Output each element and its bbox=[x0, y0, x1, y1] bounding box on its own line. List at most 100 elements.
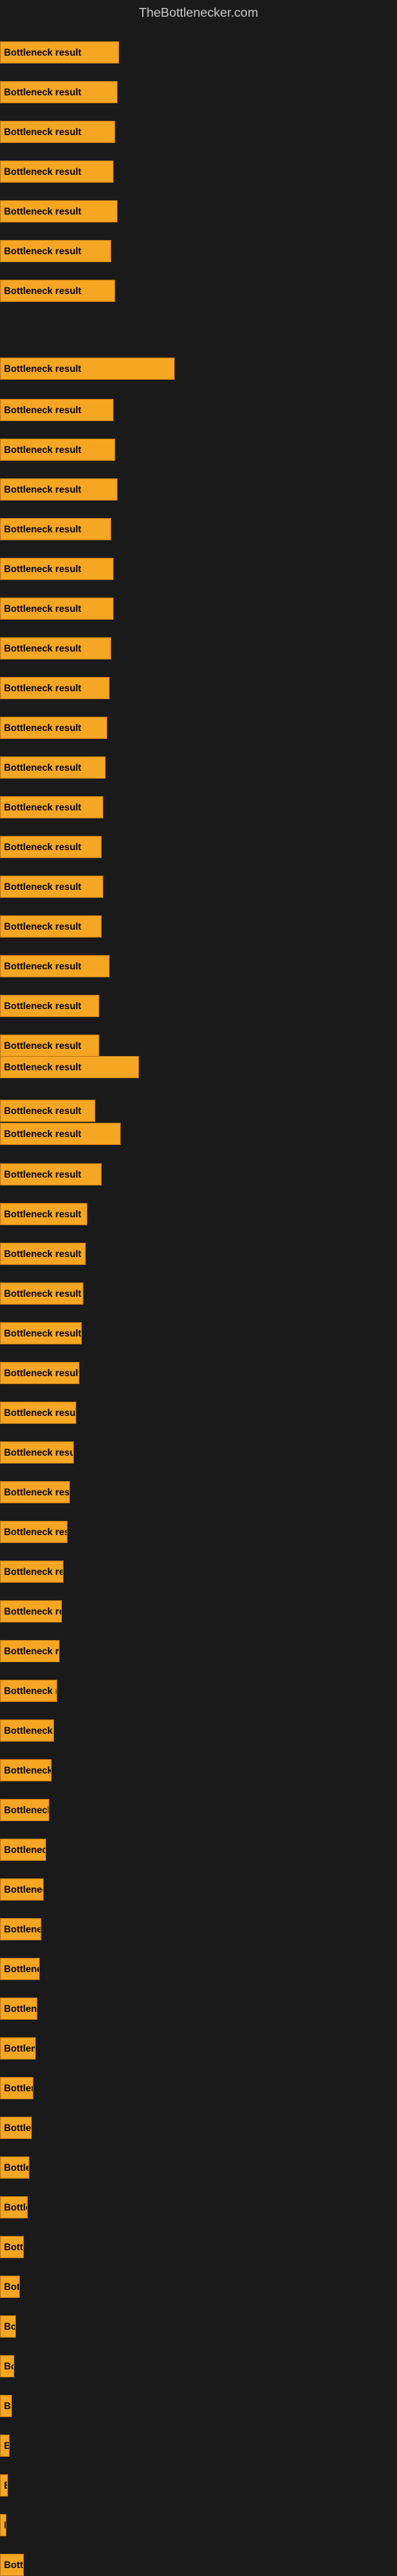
bar-item[interactable]: Bottleneck result bbox=[0, 1362, 79, 1384]
bar-item[interactable]: Bottleneck result bbox=[0, 836, 102, 858]
bar-item[interactable]: Bottleneck result bbox=[0, 1163, 102, 1186]
bar-item[interactable]: Bottleneck result bbox=[0, 637, 111, 659]
bar-label: Bottleneck result bbox=[4, 404, 81, 416]
bar-item[interactable]: Bottleneck result bbox=[0, 677, 110, 699]
bar-item[interactable]: Bottleneck result bbox=[0, 1322, 82, 1344]
bar-label: Bottleneck result bbox=[4, 1169, 81, 1180]
bar-label: Bottleneck result bbox=[4, 722, 81, 733]
bar-item[interactable]: Bottleneck result bbox=[0, 1123, 121, 1145]
bar-item[interactable]: Bottleneck result bbox=[0, 2077, 33, 2099]
bar-label: Bottleneck result bbox=[4, 1447, 74, 1458]
bar-item[interactable]: Bottleneck result bbox=[0, 1918, 41, 1940]
bar-label: Bottleneck result bbox=[4, 2003, 37, 2014]
bar-label: Bottleneck result bbox=[4, 1725, 54, 1736]
bar-item[interactable]: Bottleneck result bbox=[0, 280, 115, 302]
bar-label: Bottleneck result bbox=[4, 1105, 81, 1116]
bar-label: Bottleneck result bbox=[4, 2162, 29, 2173]
bar-label: Bottleneck result bbox=[4, 363, 81, 374]
bar-item[interactable]: Bottleneck result bbox=[0, 121, 115, 143]
bar-item[interactable]: Bottleneck result bbox=[0, 2474, 8, 2497]
bar-label: Bottleneck result bbox=[4, 2043, 36, 2054]
bar-item[interactable]: Bottleneck result bbox=[0, 399, 114, 421]
bar-item[interactable]: Bottleneck result bbox=[0, 518, 111, 540]
bar-item[interactable]: Bottleneck result bbox=[0, 955, 110, 977]
bar-label: Bottleneck result bbox=[4, 2083, 33, 2094]
bar-label: Bottleneck result bbox=[4, 643, 81, 654]
bar-item[interactable]: Bottleneck result bbox=[0, 1203, 87, 1225]
bar-item[interactable]: Bottleneck result bbox=[0, 1600, 62, 1623]
bar-label: Bottleneck result bbox=[4, 2122, 32, 2133]
bar-label: Bottleneck result bbox=[4, 1844, 46, 1855]
bar-label: Bottleneck result bbox=[4, 1248, 81, 1259]
bar-label: Bottleneck result bbox=[4, 1367, 79, 1379]
bar-label: Bottleneck result bbox=[4, 961, 81, 972]
bar-label: Bottleneck result bbox=[4, 1288, 81, 1299]
bar-label: Bottleneck result bbox=[4, 1646, 60, 1657]
bar-label: Bottleneck result bbox=[4, 524, 81, 535]
bar-item[interactable]: Bottleneck result bbox=[0, 1640, 60, 1662]
bar-label: Bottleneck result bbox=[4, 1685, 57, 1696]
bar-label: Bottleneck result bbox=[4, 563, 81, 574]
bar-item[interactable]: Bottleneck result bbox=[0, 1402, 76, 1424]
bar-label: Bottleneck result bbox=[4, 1566, 64, 1577]
bar-item[interactable]: Bottleneck result bbox=[0, 796, 103, 818]
bar-item[interactable]: Bottleneck result bbox=[0, 1878, 44, 1901]
bar-label: Bottleneck result bbox=[4, 2440, 10, 2451]
bar-label: Bottleneck result bbox=[4, 1884, 44, 1895]
bar-item[interactable]: Bottleneck result bbox=[0, 41, 119, 64]
bar-item[interactable]: Bottleneck result bbox=[0, 161, 114, 183]
bar-item[interactable]: Bottleneck result bbox=[0, 2037, 36, 2060]
bar-item[interactable]: Bottleneck result bbox=[0, 81, 118, 103]
bar-item[interactable]: Bottleneck result bbox=[0, 1441, 74, 1464]
bar-item[interactable]: Bottleneck result bbox=[0, 358, 175, 380]
bar-item[interactable]: Bottleneck result bbox=[0, 1100, 95, 1122]
bar-item[interactable]: Bottleneck result bbox=[0, 2276, 20, 2298]
bar-item[interactable]: Bottleneck result bbox=[0, 1243, 86, 1265]
bar-item[interactable]: Bottleneck result bbox=[0, 1759, 52, 1781]
bar-item[interactable]: Bottleneck result bbox=[0, 995, 99, 1017]
bar-item[interactable]: Bottleneck result bbox=[0, 1035, 99, 1057]
bar-item[interactable]: Bottleneck result bbox=[0, 1680, 57, 1702]
bar-label: Bottleneck result bbox=[4, 1765, 52, 1776]
bar-label: Bottleneck result bbox=[4, 1804, 49, 1816]
bar-label: Bottleneck result bbox=[4, 2559, 24, 2570]
bar-item[interactable]: Bottleneck result bbox=[0, 2196, 28, 2218]
bar-item[interactable]: Bottleneck result bbox=[0, 240, 111, 262]
bar-item[interactable]: Bottleneck result bbox=[0, 478, 118, 501]
bar-item[interactable]: Bottleneck result bbox=[0, 2435, 10, 2457]
bar-label: Bottleneck result bbox=[4, 1209, 81, 1220]
bar-item[interactable]: Bottleneck result bbox=[0, 1998, 37, 2020]
bar-item[interactable]: Bottleneck result bbox=[0, 2514, 6, 2536]
bar-label: Bottleneck result bbox=[4, 762, 81, 773]
bar-label: Bottleneck result bbox=[4, 1328, 81, 1339]
bar-item[interactable]: Bottleneck result bbox=[0, 200, 118, 222]
bar-item[interactable]: Bottleneck result bbox=[0, 2236, 24, 2258]
bar-item[interactable]: Bottleneck result bbox=[0, 439, 115, 461]
bar-item[interactable]: Bottleneck result bbox=[0, 717, 107, 739]
bar-label: Bottleneck result bbox=[4, 603, 81, 614]
bar-item[interactable]: Bottleneck result bbox=[0, 598, 114, 620]
bar-item[interactable]: Bottleneck result bbox=[0, 2117, 32, 2139]
bar-item[interactable]: Bottleneck result bbox=[0, 1839, 46, 1861]
bar-item[interactable]: Bottleneck result bbox=[0, 876, 103, 898]
bar-item[interactable]: Bottleneck result bbox=[0, 558, 114, 580]
bar-label: Bottleneck result bbox=[4, 2480, 8, 2491]
bar-item[interactable]: Bottleneck result bbox=[0, 1056, 139, 1078]
site-title-text: TheBottlenecker.com bbox=[139, 6, 258, 20]
bar-label: Bottleneck result bbox=[4, 2241, 24, 2253]
bar-item[interactable]: Bottleneck result bbox=[0, 2156, 29, 2179]
bar-item[interactable]: Bottleneck result bbox=[0, 1561, 64, 1583]
bar-label: Bottleneck result bbox=[4, 1062, 81, 1073]
bar-item[interactable]: Bottleneck result bbox=[0, 2395, 12, 2417]
bar-item[interactable]: Bottleneck result bbox=[0, 1282, 83, 1305]
bar-item[interactable]: Bottleneck result bbox=[0, 2355, 14, 2377]
bar-item[interactable]: Bottleneck result bbox=[0, 915, 102, 938]
bar-item[interactable]: Bottleneck result bbox=[0, 1799, 49, 1821]
bar-item[interactable]: Bottleneck result bbox=[0, 2315, 16, 2338]
bar-item[interactable]: Bottleneck result bbox=[0, 1521, 67, 1543]
bar-item[interactable]: Bottleneck result bbox=[0, 2554, 24, 2576]
bar-item[interactable]: Bottleneck result bbox=[0, 1481, 70, 1503]
bar-item[interactable]: Bottleneck result bbox=[0, 1958, 40, 1980]
bar-item[interactable]: Bottleneck result bbox=[0, 1719, 54, 1742]
bar-item[interactable]: Bottleneck result bbox=[0, 756, 106, 779]
